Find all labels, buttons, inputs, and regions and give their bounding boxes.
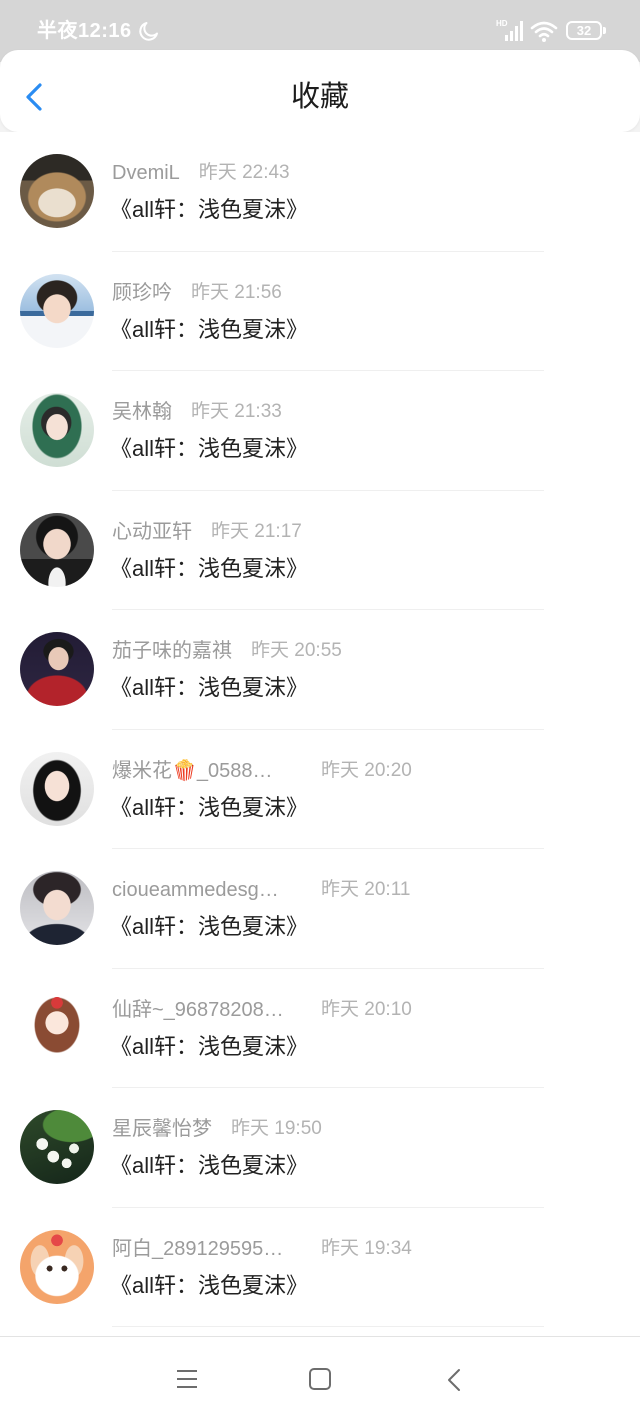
sender-name: 阿白_289129595… <box>112 1237 284 1260</box>
square-icon[interactable] <box>309 1368 331 1390</box>
signal-bars <box>505 21 523 41</box>
system-nav-bar <box>0 1336 640 1422</box>
timestamp: 昨天 20:10 <box>321 998 412 1020</box>
item-meta: 仙辞~_96878208… 昨天 20:10 <box>112 997 412 1023</box>
favorite-title: 《all轩：浅色夏沫》 <box>110 914 309 939</box>
battery-icon: 32 <box>566 21 602 40</box>
home-button[interactable] <box>309 1368 331 1390</box>
timestamp: 昨天 20:20 <box>321 759 412 781</box>
list-item[interactable]: DvemiL 昨天 22:43 《all轩：浅色夏沫》 <box>0 132 640 252</box>
favorite-title: 《all轩：浅色夏沫》 <box>110 197 309 222</box>
timestamp: 昨天 21:17 <box>211 520 302 542</box>
list-item[interactable]: 爆米花🍿_0588… 昨天 20:20 《all轩：浅色夏沫》 <box>0 730 640 849</box>
timestamp: 昨天 20:55 <box>251 640 342 661</box>
avatar[interactable] <box>20 751 94 826</box>
avatar[interactable] <box>20 990 94 1065</box>
menu-icon[interactable] <box>176 1368 198 1390</box>
sender-name: DvemiL <box>112 162 180 184</box>
timestamp: 昨天 21:56 <box>191 281 282 303</box>
list-item[interactable]: 茄子味的嘉祺 昨天 20:55 《all轩：浅色夏沫》 <box>0 610 640 730</box>
sender-name: 吴林翰 <box>112 401 172 423</box>
list-item[interactable]: 仙辞~_96878208… 昨天 20:10 《all轩：浅色夏沫》 <box>0 969 640 1088</box>
battery-level: 32 <box>576 23 592 38</box>
item-meta: DvemiL 昨天 22:43 <box>112 160 290 186</box>
avatar[interactable] <box>20 512 94 587</box>
avatar[interactable] <box>20 871 94 945</box>
list-item[interactable]: 心动亚轩 昨天 21:17 《all轩：浅色夏沫》 <box>0 491 640 610</box>
favorite-title: 《all轩：浅色夏沫》 <box>110 675 309 700</box>
back-arrow-icon[interactable] <box>446 1368 462 1392</box>
item-meta: cioueammedesg… 昨天 20:11 <box>112 877 410 903</box>
item-meta: 茄子味的嘉祺 昨天 20:55 <box>112 638 342 664</box>
item-meta: 吴林翰 昨天 21:33 <box>112 399 282 425</box>
list-item[interactable]: 吴林翰 昨天 21:33 《all轩：浅色夏沫》 <box>0 371 640 491</box>
status-time: 半夜12:16 <box>37 20 132 42</box>
timestamp: 昨天 21:33 <box>191 401 282 422</box>
avatar[interactable] <box>20 273 94 348</box>
wifi-icon <box>530 21 558 42</box>
item-meta: 星辰馨怡梦 昨天 19:50 <box>112 1116 322 1142</box>
page-header: 收藏 <box>0 50 640 132</box>
avatar[interactable] <box>20 632 94 706</box>
avatar[interactable] <box>20 1110 94 1184</box>
sender-name: 心动亚轩 <box>112 520 192 543</box>
battery-nub <box>603 27 606 34</box>
item-meta: 阿白_289129595… 昨天 19:34 <box>112 1236 412 1262</box>
signal-icon: HD <box>496 19 524 42</box>
avatar[interactable] <box>20 1229 94 1304</box>
favorite-title: 《all轩：浅色夏沫》 <box>110 436 309 461</box>
item-meta: 心动亚轩 昨天 21:17 <box>112 519 302 545</box>
timestamp: 昨天 20:11 <box>321 879 411 900</box>
sender-name: cioueammedesg… <box>112 879 279 901</box>
item-meta: 爆米花🍿_0588… 昨天 20:20 <box>112 758 412 784</box>
list-item[interactable]: 阿白_289129595… 昨天 19:34 《all轩：浅色夏沫》 <box>0 1208 640 1327</box>
favorite-title: 《all轩：浅色夏沫》 <box>110 316 309 342</box>
divider <box>112 1326 544 1327</box>
list-item[interactable]: cioueammedesg… 昨天 20:11 《all轩：浅色夏沫》 <box>0 849 640 969</box>
sender-name: 仙辞~_96878208… <box>112 998 284 1021</box>
favorite-title: 《all轩：浅色夏沫》 <box>110 1272 309 1298</box>
page-title: 收藏 <box>290 81 349 113</box>
sender-name: 爆米花🍿_0588… <box>112 759 273 782</box>
list-item[interactable]: 顾珍吟 昨天 21:56 《all轩：浅色夏沫》 <box>0 252 640 371</box>
recent-apps-button[interactable] <box>176 1368 198 1390</box>
timestamp: 昨天 19:34 <box>321 1237 412 1259</box>
favorite-title: 《all轩：浅色夏沫》 <box>110 794 309 820</box>
avatar[interactable] <box>20 393 94 467</box>
timestamp: 昨天 22:43 <box>198 162 290 183</box>
list-item[interactable]: 星辰馨怡梦 昨天 19:50 《all轩：浅色夏沫》 <box>0 1088 640 1208</box>
sender-name: 顾珍吟 <box>112 281 172 304</box>
moon-icon <box>139 22 158 41</box>
favorite-title: 《all轩：浅色夏沫》 <box>110 1033 309 1059</box>
timestamp: 昨天 19:50 <box>231 1118 322 1139</box>
sender-name: 星辰馨怡梦 <box>112 1118 212 1140</box>
item-meta: 顾珍吟 昨天 21:56 <box>112 280 282 306</box>
favorite-title: 《all轩：浅色夏沫》 <box>110 555 309 581</box>
avatar[interactable] <box>20 154 94 228</box>
back-nav-button[interactable] <box>446 1368 462 1392</box>
favorites-list: DvemiL 昨天 22:43 《all轩：浅色夏沫》 顾珍吟 昨天 21:56 《all… <box>0 132 640 1327</box>
sender-name: 茄子味的嘉祺 <box>112 640 232 662</box>
favorite-title: 《all轩：浅色夏沫》 <box>110 1153 309 1178</box>
